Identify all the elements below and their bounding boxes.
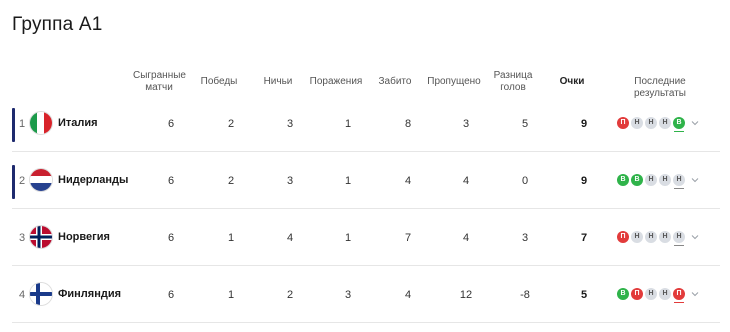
header-form: Последние результаты (634, 76, 686, 99)
cell-scored: 8 (404, 118, 412, 130)
row-divider (12, 265, 720, 266)
form-result-badge: В (673, 117, 685, 132)
cell-conceded: 12 (459, 289, 473, 301)
header-scored: Забито (378, 76, 412, 87)
cell-draws: 4 (286, 232, 294, 244)
chevron-down-icon[interactable] (691, 290, 699, 298)
header-diff: Разница голов (493, 70, 533, 93)
qualification-marker (12, 108, 15, 142)
form-result-badge: В (617, 288, 629, 300)
form-result-badge: Н (659, 174, 671, 186)
form-result-badge: Н (673, 231, 685, 246)
cell-conceded: 4 (462, 232, 470, 244)
form-result-badge: Н (645, 117, 657, 129)
table-row[interactable]: 4 Финляндия 6 1 2 3 4 12 -8 5 В П Н Н П (12, 275, 720, 332)
form-results: ПНННВ (617, 116, 699, 132)
cell-played: 6 (167, 232, 175, 244)
chevron-down-icon[interactable] (691, 233, 699, 241)
form-result-badge: П (617, 117, 629, 129)
cell-conceded: 4 (462, 175, 470, 187)
netherlands-flag (30, 169, 52, 191)
page-title: Группа А1 (12, 14, 103, 35)
form-result-badge: П (673, 288, 685, 303)
cell-points: 5 (580, 289, 588, 301)
chevron-down-icon[interactable] (691, 176, 699, 184)
cell-draws: 2 (286, 289, 294, 301)
row-divider (12, 322, 720, 323)
position: 1 (18, 118, 26, 130)
cell-points: 9 (580, 175, 588, 187)
cell-diff: 5 (521, 118, 529, 130)
header-wins: Победы (200, 76, 238, 87)
italy-flag (30, 112, 52, 134)
cell-losses: 1 (344, 118, 352, 130)
form-result-badge: В (617, 174, 629, 186)
cell-diff: 3 (521, 232, 529, 244)
form-result-badge: П (617, 231, 629, 243)
form-results: ПНННН (617, 230, 699, 246)
form-result-badge: Н (659, 288, 671, 300)
cell-draws: 3 (286, 118, 294, 130)
cell-played: 6 (167, 118, 175, 130)
header-conceded: Пропущено (427, 76, 481, 87)
form-result-badge: Н (631, 117, 643, 129)
cell-wins: 2 (227, 175, 235, 187)
cell-wins: 1 (227, 232, 235, 244)
header-played: Сыгранные матчи (133, 70, 186, 93)
cell-conceded: 3 (462, 118, 470, 130)
form-result-badge: Н (659, 231, 671, 243)
position: 2 (18, 175, 26, 187)
finland-flag (30, 283, 52, 305)
team-name[interactable]: Италия (58, 117, 98, 129)
team-name[interactable]: Нидерланды (58, 174, 128, 186)
cell-scored: 4 (404, 289, 412, 301)
form-result-badge: Н (659, 117, 671, 129)
chevron-down-icon[interactable] (691, 119, 699, 127)
header-points: Очки (559, 76, 585, 87)
form-result-badge: Н (673, 174, 685, 189)
qualification-marker (12, 165, 15, 199)
form-result-badge: Н (631, 231, 643, 243)
form-results: ВПННП (617, 287, 699, 303)
cell-losses: 1 (344, 232, 352, 244)
cell-played: 6 (167, 175, 175, 187)
cell-scored: 4 (404, 175, 412, 187)
table-row[interactable]: 2 Нидерланды 6 2 3 1 4 4 0 9 В В Н Н Н (12, 161, 720, 218)
cell-played: 6 (167, 289, 175, 301)
form-results: ВВННН (617, 173, 699, 189)
cell-draws: 3 (286, 175, 294, 187)
header-draws: Ничьи (263, 76, 293, 87)
team-name[interactable]: Финляндия (58, 288, 121, 300)
position: 4 (18, 289, 26, 301)
header-losses: Поражения (309, 76, 363, 87)
table-row[interactable]: 3 Норвегия 6 1 4 1 7 4 3 7 П Н Н Н Н (12, 218, 720, 275)
team-name[interactable]: Норвегия (58, 231, 110, 243)
cell-losses: 1 (344, 175, 352, 187)
row-divider (12, 208, 720, 209)
cell-diff: -8 (520, 289, 530, 301)
cell-losses: 3 (344, 289, 352, 301)
form-result-badge: Н (645, 288, 657, 300)
row-divider (12, 151, 720, 152)
cell-points: 9 (580, 118, 588, 130)
cell-points: 7 (580, 232, 588, 244)
cell-scored: 7 (404, 232, 412, 244)
form-result-badge: Н (645, 231, 657, 243)
table-row[interactable]: 1 Италия 6 2 3 1 8 3 5 9 П Н Н Н В (12, 104, 720, 161)
form-result-badge: Н (645, 174, 657, 186)
form-result-badge: П (631, 288, 643, 300)
cell-wins: 1 (227, 289, 235, 301)
norway-flag (30, 226, 52, 248)
position: 3 (18, 232, 26, 244)
cell-wins: 2 (227, 118, 235, 130)
form-result-badge: В (631, 174, 643, 186)
cell-diff: 0 (521, 175, 529, 187)
